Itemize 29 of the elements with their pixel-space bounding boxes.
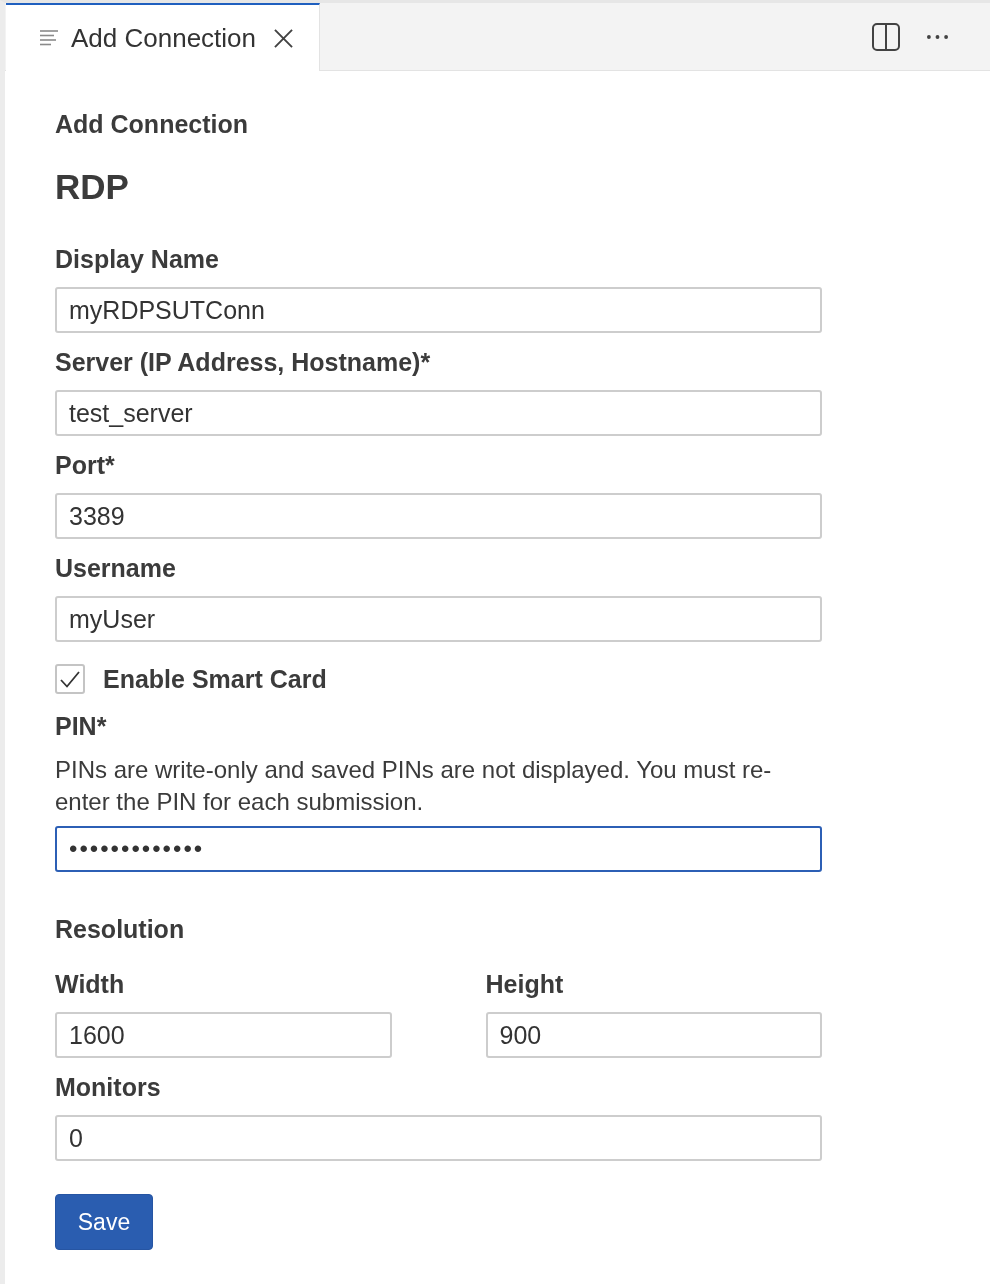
input-field[interactable]: 0 <box>55 1115 822 1161</box>
section-heading: Resolution <box>55 914 186 944</box>
text-lines-icon <box>40 30 58 46</box>
checkmark-icon <box>60 670 80 688</box>
input-field[interactable]: ••••••••••••• <box>55 826 822 872</box>
checkbox-label: Enable Smart Card <box>103 664 327 694</box>
input-field[interactable]: test_server <box>55 390 822 436</box>
field-label: Width <box>55 969 126 999</box>
input-field[interactable]: 1600 <box>55 1012 392 1058</box>
input-field[interactable]: 900 <box>485 1012 822 1058</box>
protocol-title: RDP <box>55 166 130 208</box>
ellipsis-icon[interactable] <box>927 34 948 39</box>
input-field[interactable]: myUser <box>55 596 822 642</box>
field-label: Height <box>485 969 565 999</box>
field-label: Username <box>55 553 177 583</box>
field-label: Monitors <box>55 1072 162 1102</box>
form-heading: Add Connection <box>55 109 250 139</box>
field-label: PIN* <box>55 711 108 741</box>
field-label: Display Name <box>55 244 220 274</box>
save-button[interactable]: Save <box>55 1194 153 1250</box>
close-icon[interactable] <box>274 28 294 48</box>
field-label: Server (IP Address, Hostname)* <box>55 347 432 377</box>
input-field[interactable]: myRDPSUTConn <box>55 287 822 333</box>
help-text: PINs are write-only and saved PINs are not displayed. You must re-enter the PIN for each submission. <box>55 755 773 817</box>
checkbox[interactable] <box>55 664 85 694</box>
editor-tab[interactable]: Add Connection <box>6 3 320 71</box>
field-label: Port* <box>55 450 116 480</box>
input-field[interactable]: 3389 <box>55 493 822 539</box>
split-view-icon[interactable] <box>872 22 900 51</box>
